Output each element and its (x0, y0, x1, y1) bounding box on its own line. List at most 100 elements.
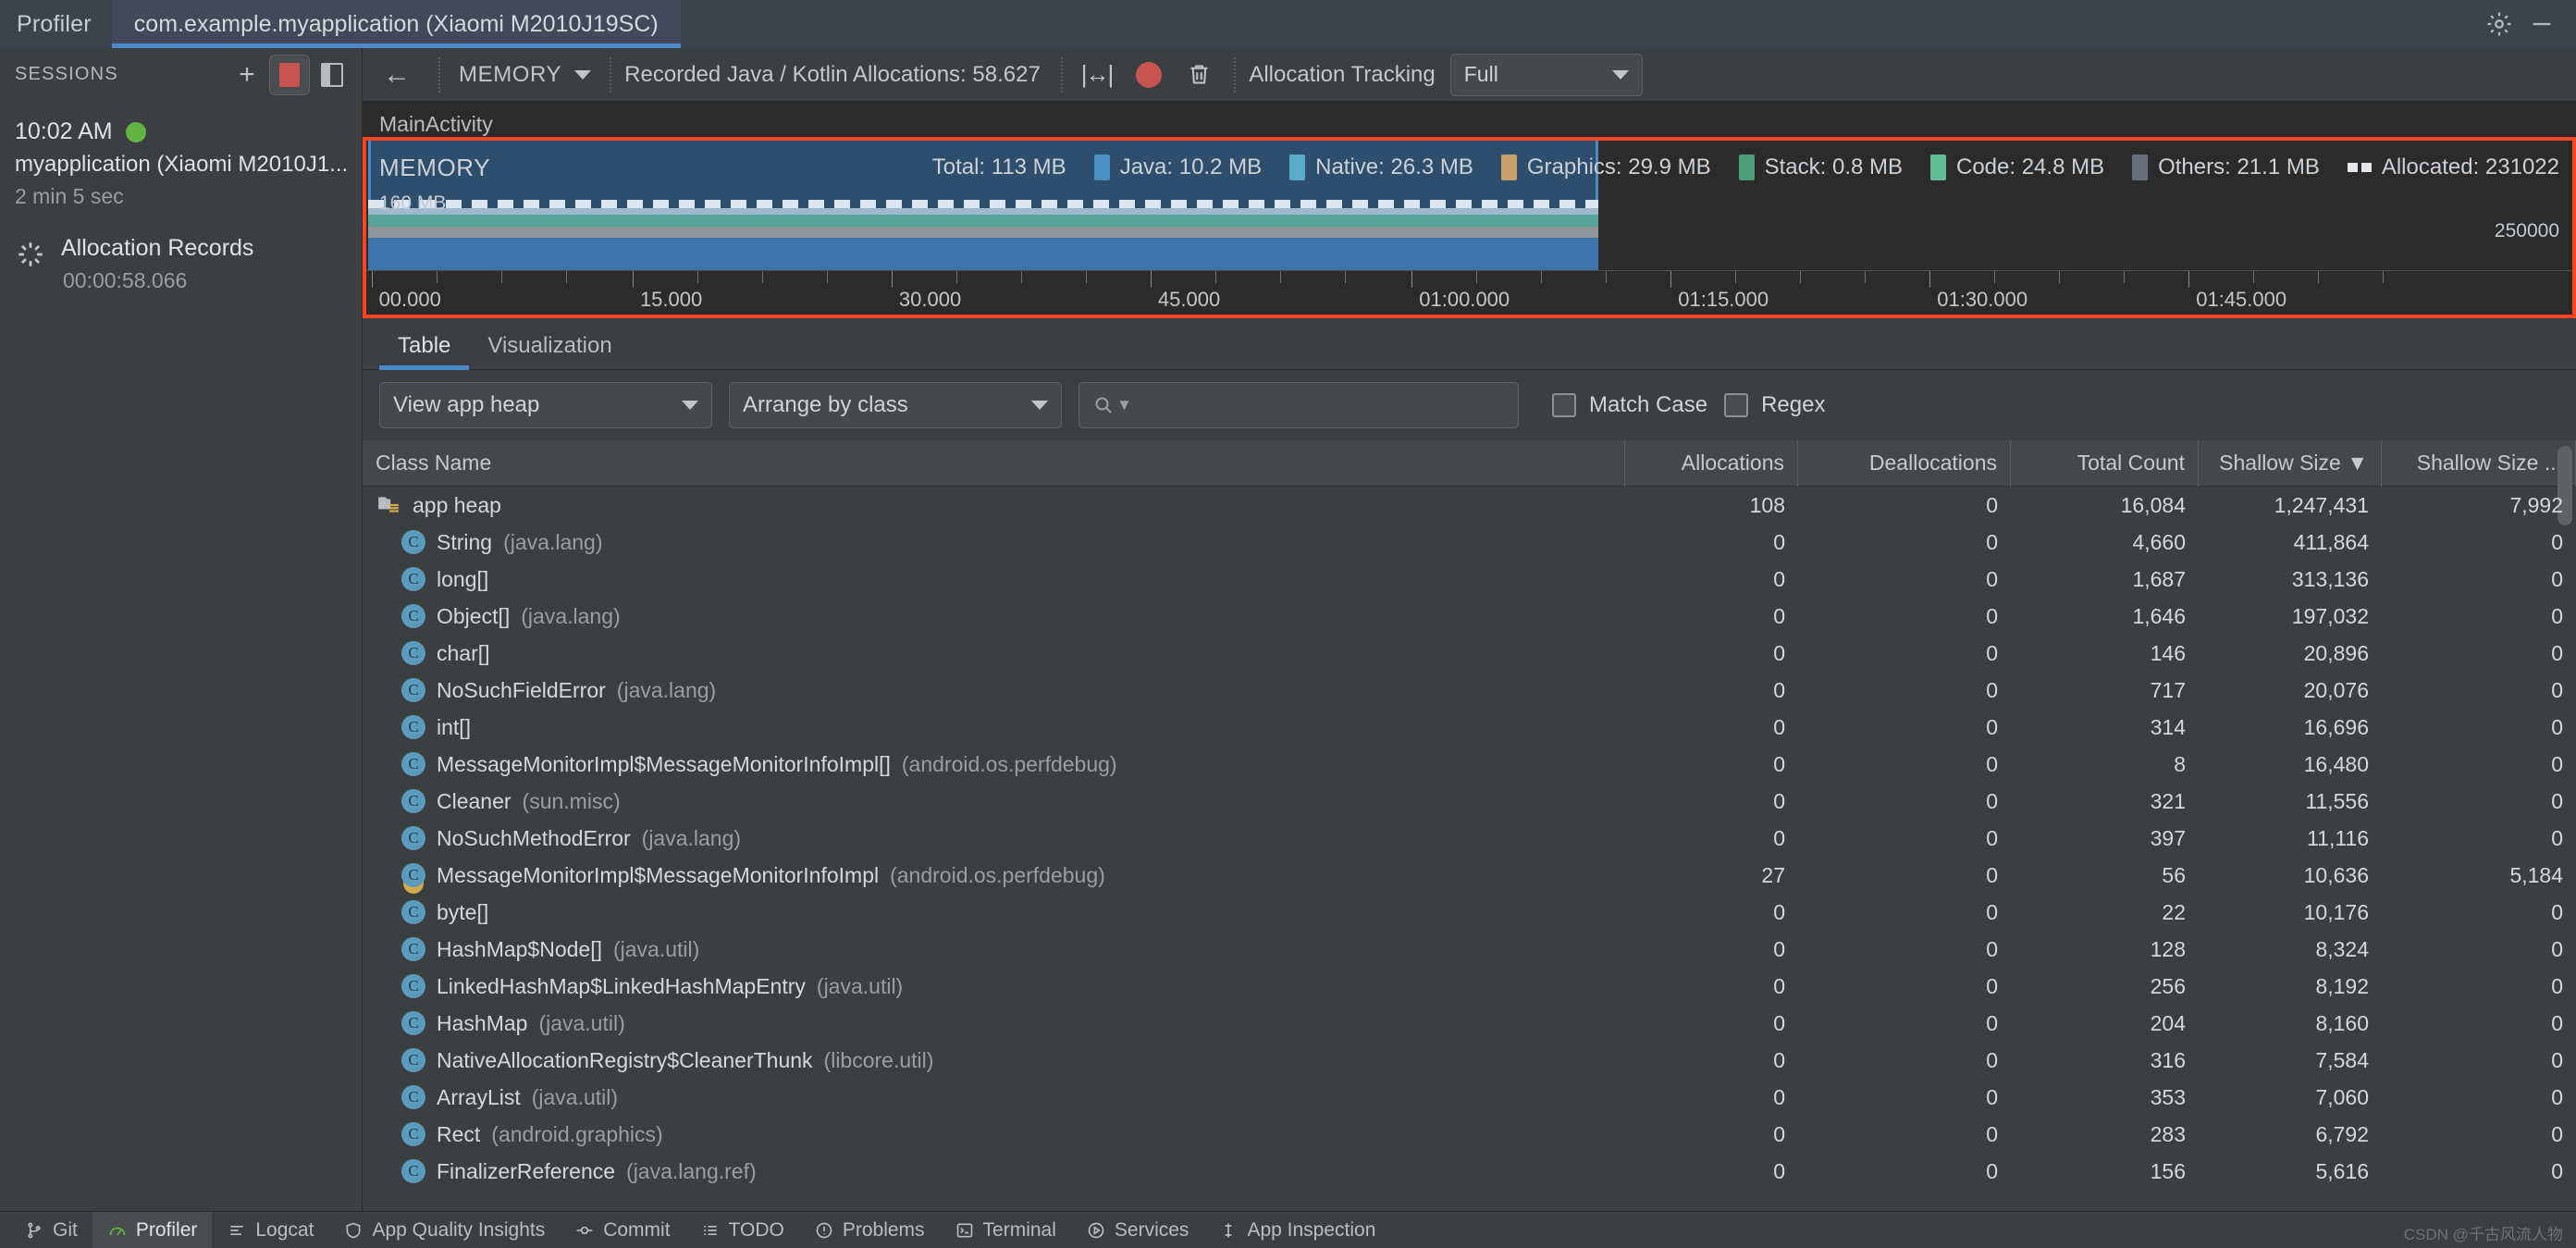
cell-value-text: 0 (1773, 1084, 1785, 1109)
status-bar-item-terminal[interactable]: Terminal (940, 1212, 1071, 1248)
back-arrow-icon[interactable]: ← (363, 59, 425, 91)
table-row[interactable]: C Rect (android.graphics) 0 0 283 6,792 0 (363, 1116, 2576, 1153)
table-row[interactable]: Cchar[] 0 0 146 20,896 0 (363, 635, 2576, 672)
status-bar-item-app-quality-insights[interactable]: App Quality Insights (328, 1212, 560, 1248)
table-cell-shallow-size: 7,060 (2199, 1079, 2382, 1116)
table-cell-shallow-size-2: 0 (2382, 968, 2576, 1005)
table-cell-deallocations: 0 (1798, 709, 2011, 746)
heap-select[interactable]: View app heap (379, 382, 712, 428)
class-name-text: LinkedHashMap$LinkedHashMapEntry (437, 973, 806, 998)
table-row[interactable]: Clong[] 0 0 1,687 313,136 0 (363, 561, 2576, 598)
table-row[interactable]: C ArrayList (java.util) 0 0 353 7,060 0 (363, 1079, 2576, 1116)
plus-icon[interactable]: + (228, 56, 265, 93)
timeline-tick-label: 45.000 (1157, 288, 1221, 311)
table-row[interactable]: Cbyte[] 0 0 22 10,176 0 (363, 894, 2576, 931)
toggle-panel-button[interactable] (314, 56, 351, 93)
search-dropdown-caret-icon[interactable]: ▼ (1116, 396, 1132, 414)
profiler-session-tab[interactable]: com.example.myapplication (Xiaomi M2010J… (111, 0, 681, 48)
cell-value-text: 0 (1986, 603, 1998, 628)
status-bar-item-todo[interactable]: TODO (685, 1212, 799, 1248)
table-cell-shallow-size: 7,584 (2199, 1042, 2382, 1079)
table-row[interactable]: C FinalizerReference (java.lang.ref) 0 0 156… (363, 1153, 2576, 1190)
range-select-icon[interactable]: |↔| (1076, 60, 1118, 89)
table-column-header[interactable]: Allocations (1625, 439, 1798, 487)
legend-allocated-dash-icon (2347, 163, 2372, 172)
status-bar-item-git[interactable]: Git (9, 1212, 92, 1248)
table-column-header[interactable]: Total Count (2011, 439, 2199, 487)
status-bar-item-logcat[interactable]: Logcat (212, 1212, 328, 1248)
session-item[interactable]: 10:02 AM myapplication (Xiaomi M2010J1..… (0, 118, 362, 209)
match-case-option[interactable]: Match Case (1552, 392, 1707, 418)
cell-value-text: 156 (2150, 1158, 2186, 1183)
timeline-selection-region[interactable]: 160 MB 250000 MEMORY Total: 113 MB Java:… (363, 137, 2576, 318)
status-bar-item-profiler[interactable]: Profiler (92, 1211, 213, 1248)
timeline-minor-tick (1020, 271, 1022, 283)
timeline-x-axis[interactable]: 00.000 15.000 30.000 45.000 01:00.000 01:15.0… (363, 270, 2576, 315)
table-row[interactable]: C NoSuchMethodError (java.lang) 0 0 397 11,11… (363, 820, 2576, 857)
status-bar-item-label: Logcat (255, 1218, 314, 1241)
regex-option[interactable]: Regex (1724, 392, 1825, 418)
table-row[interactable]: C Cleaner (sun.misc) 0 0 321 11,556 0 (363, 783, 2576, 820)
main-panel: MainActivity 160 MB 250000 MEMORY Total:… (363, 102, 2576, 1211)
search-input[interactable]: ▼ (1078, 382, 1519, 428)
table-column-header[interactable]: Deallocations (1798, 439, 2011, 487)
cell-value-text: 5,616 (2315, 1158, 2369, 1183)
record-button[interactable] (1130, 56, 1167, 93)
table-cell-deallocations: 0 (1798, 635, 2011, 672)
table-column-header[interactable]: Class Name (363, 439, 1625, 487)
timeline-tick (2188, 271, 2190, 288)
session-active-dot-icon (125, 121, 146, 142)
status-bar-item-app-inspection[interactable]: App Inspection (1203, 1212, 1390, 1248)
stage-selector[interactable]: MEMORY (453, 62, 597, 88)
table-row[interactable]: C String (java.lang) 0 0 4,660 411,864 0 (363, 524, 2576, 561)
class-name-text: Cleaner (437, 788, 512, 813)
table-cell-total-count: 8 (2011, 746, 2199, 783)
match-case-checkbox[interactable] (1552, 393, 1576, 417)
table-row[interactable]: C NoSuchFieldError (java.lang) 0 0 717 20,076… (363, 672, 2576, 709)
regex-checkbox[interactable] (1724, 393, 1749, 417)
table-row[interactable]: C MessageMonitorImpl$MessageMonitorInfoIm… (363, 746, 2576, 783)
status-bar-item-problems[interactable]: Problems (799, 1212, 940, 1248)
cell-value-text: 717 (2150, 677, 2186, 702)
status-bar-item-services[interactable]: Services (1071, 1212, 1204, 1248)
table-row[interactable]: C HashMap (java.util) 0 0 204 8,160 0 (363, 1005, 2576, 1042)
table-row[interactable]: C MessageMonitorImpl$MessageMonitorInfoIm… (363, 857, 2576, 894)
table-cell-total-count: 321 (2011, 783, 2199, 820)
class-name-text: NoSuchMethodError (437, 825, 631, 850)
trash-icon[interactable] (1180, 56, 1217, 93)
allocation-records-item[interactable]: Allocation Records 00:00:58.066 (0, 235, 362, 293)
class-icon: C (401, 937, 425, 961)
cell-value-text: 316 (2150, 1047, 2186, 1072)
class-package-text: (android.os.perfdebug) (901, 751, 1117, 776)
gear-icon[interactable] (2478, 3, 2521, 45)
class-name-text: HashMap$Node[] (437, 936, 602, 961)
status-bar-item-commit[interactable]: Commit (560, 1212, 684, 1248)
table-cell-total-count: 4,660 (2011, 524, 2199, 561)
table-cell-shallow-size: 1,247,431 (2199, 487, 2382, 524)
terminal-icon (955, 1220, 975, 1241)
tab-visualization[interactable]: Visualization (469, 333, 630, 369)
table-row[interactable]: C Object[] (java.lang) 0 0 1,646 197,032 0 (363, 598, 2576, 635)
table-row[interactable]: C HashMap$Node[] (java.util) 0 0 128 8,324 0 (363, 931, 2576, 968)
table-row[interactable]: C LinkedHashMap$LinkedHashMapEntry (java.… (363, 968, 2576, 1005)
table-row[interactable]: C NativeAllocationRegistry$CleanerThunk (… (363, 1042, 2576, 1079)
tab-table[interactable]: Table (379, 333, 470, 370)
class-name-text: FinalizerReference (437, 1158, 616, 1183)
legend-graphics-label: Graphics: 29.9 MB (1526, 154, 1711, 179)
memory-graph[interactable]: 160 MB 250000 MEMORY Total: 113 MB Java:… (363, 141, 2576, 270)
timeline-tick-label: 01:15.000 (1678, 288, 1769, 311)
table-cell-shallow-size: 20,076 (2199, 672, 2382, 709)
timeline-minor-tick (1541, 271, 1543, 283)
table-body[interactable]: app heap 108 0 16,084 1,247,431 7,992 C String … (363, 487, 2576, 1211)
minimize-icon[interactable] (2521, 3, 2563, 45)
cell-value-text: 0 (1986, 899, 1998, 924)
table-column-header[interactable]: Shallow Size ... (2382, 439, 2576, 487)
table-column-header[interactable]: Shallow Size ▼ (2199, 439, 2382, 487)
table-row[interactable]: Cint[] 0 0 314 16,696 0 (363, 709, 2576, 746)
stop-record-button[interactable] (269, 54, 310, 95)
table-row[interactable]: app heap 108 0 16,084 1,247,431 7,992 (363, 487, 2576, 524)
table-cell-deallocations: 0 (1798, 1005, 2011, 1042)
arrange-select[interactable]: Arrange by class (729, 382, 1062, 428)
class-icon: C (401, 826, 425, 850)
allocation-tracking-select[interactable]: Full (1449, 53, 1643, 96)
